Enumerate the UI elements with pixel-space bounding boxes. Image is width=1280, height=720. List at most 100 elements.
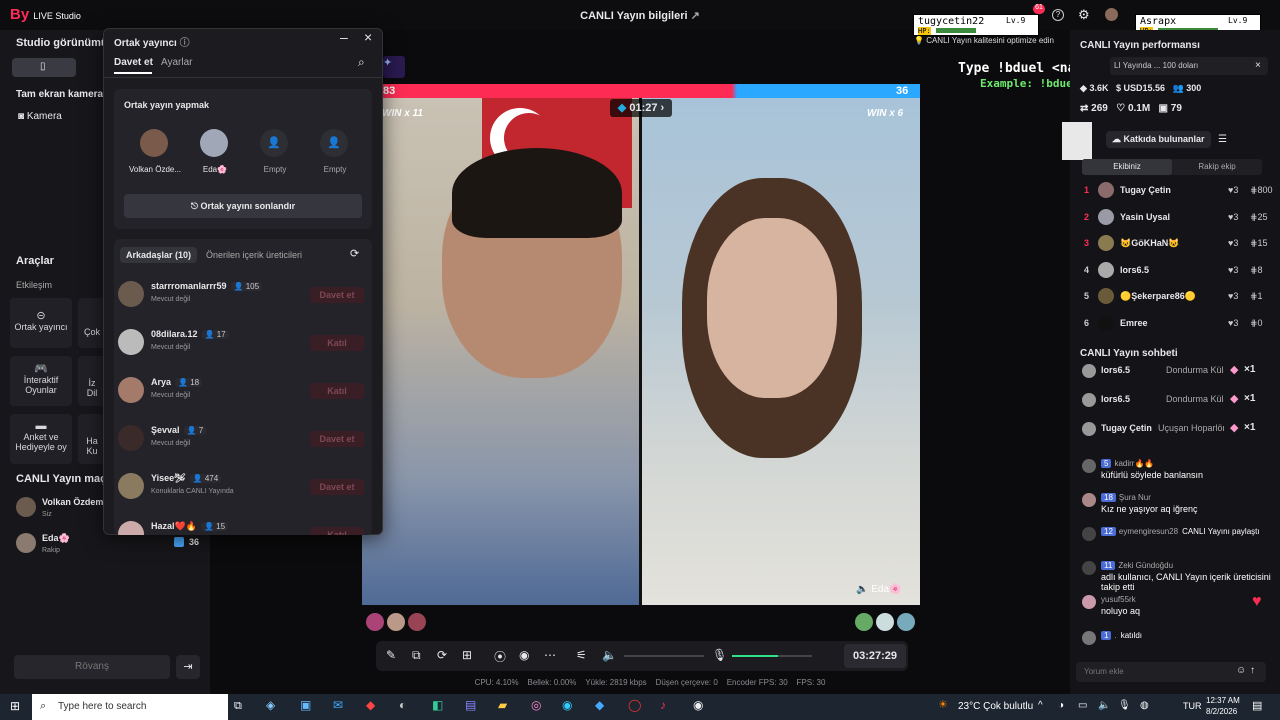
mic-icon[interactable]: 🎙	[712, 648, 727, 662]
tray-icon-extra[interactable]: ◍	[1140, 700, 1149, 711]
effect-thumb-icon[interactable]: ✦	[383, 56, 405, 78]
profile-avatar[interactable]	[1105, 8, 1118, 21]
app-video-icon[interactable]: ▤	[465, 698, 476, 712]
participant-avatar[interactable]	[897, 613, 915, 631]
app-mail-icon[interactable]: ✉	[333, 698, 343, 712]
ranking-row[interactable]: 2 Yasin Uysal ♥3 ⋕25	[1080, 207, 1280, 233]
layout-icon[interactable]: ⧉	[412, 648, 421, 663]
app-vpn-icon[interactable]: ◆	[595, 698, 604, 712]
app-chat-icon[interactable]: ◧	[432, 698, 443, 712]
app-browser-icon[interactable]: ◎	[531, 698, 541, 712]
tray-chevron-icon[interactable]: ^	[1038, 700, 1043, 711]
mic-tray-icon[interactable]: 🎙	[1118, 700, 1131, 711]
tool-iz[interactable]: İz Dil	[78, 356, 106, 406]
tab-invite[interactable]: Davet et	[114, 57, 153, 68]
notification-center-icon[interactable]: ▤	[1252, 699, 1262, 712]
camera-source[interactable]: ◙ Kamera	[18, 111, 62, 122]
slot-avatar[interactable]	[200, 129, 228, 157]
ranking-row[interactable]: 1 Tugay Çetin ♥3 ⋕800	[1080, 180, 1280, 206]
help-icon[interactable]: ?	[1052, 9, 1064, 21]
app-opera-icon[interactable]: ◯	[628, 698, 641, 712]
friend-action-button[interactable]: Davet et	[310, 431, 364, 447]
send-icon[interactable]: ↑	[1250, 665, 1255, 676]
mic-slider[interactable]	[732, 655, 812, 657]
tool-multi[interactable]: Çok	[78, 298, 106, 348]
magic-icon[interactable]: ✎	[386, 648, 396, 662]
tab-your-team[interactable]: Ekibiniz	[1082, 159, 1172, 175]
app-copilot-icon[interactable]: ◈	[266, 698, 275, 712]
rematch-button[interactable]: Rövanş	[14, 655, 170, 679]
effects-icon[interactable]: ⟳	[437, 648, 447, 662]
emoji-icon[interactable]: ☺	[1236, 665, 1246, 676]
app-game-icon[interactable]: ◆	[366, 698, 375, 712]
tab-friends[interactable]: Arkadaşlar (10)	[120, 247, 198, 263]
portrait-view-button[interactable]: ▯	[12, 58, 76, 77]
camera-switch-icon[interactable]: ◉	[519, 648, 529, 662]
minimize-icon[interactable]: –	[340, 29, 348, 45]
app-obs-icon[interactable]: ◉	[693, 698, 703, 712]
participant-avatar[interactable]	[855, 613, 873, 631]
app-folder-icon[interactable]: ▰	[498, 698, 507, 712]
comment-input[interactable]: Yorum ekle	[1084, 667, 1124, 676]
participant-avatar[interactable]	[366, 613, 384, 631]
refresh-icon[interactable]: ⟳	[350, 247, 359, 260]
tool-poll[interactable]: ▬ Anket ve Hediyeyle oy	[10, 414, 72, 464]
empty-slot-icon[interactable]: 👤	[320, 129, 348, 157]
volume-icon[interactable]: 🔈	[602, 648, 617, 662]
clock-date[interactable]: 8/2/2026	[1206, 707, 1237, 716]
promo-banner[interactable]: LI Yayında ... 100 doları	[1110, 57, 1268, 75]
record-icon[interactable]: ⦿	[494, 648, 506, 665]
friend-action-button[interactable]: Davet et	[310, 479, 364, 495]
clock-time[interactable]: 12:37 AM	[1206, 696, 1240, 705]
ranking-row[interactable]: 5 🟡Şekerpare86🟡 ♥3 ⋕1	[1080, 286, 1280, 312]
contributors-button[interactable]: ☁ Katkıda bulunanlar	[1106, 131, 1211, 148]
list-icon[interactable]: ☰	[1218, 134, 1227, 145]
tool-cohost[interactable]: ⊝ Ortak yayıncı	[10, 298, 72, 348]
settings-sliders-icon[interactable]: ⚟	[576, 648, 587, 662]
exit-match-icon[interactable]: ⇥	[176, 655, 200, 679]
comment-box[interactable]: Yorum ekle ☺ ↑	[1076, 662, 1266, 682]
participant-avatar[interactable]	[387, 613, 405, 631]
friend-action-button[interactable]: Katıl	[310, 383, 364, 399]
friend-action-button[interactable]: Katıl	[310, 335, 364, 351]
weather-text[interactable]: 23°C Çok bulutlu	[958, 701, 1033, 712]
friend-action-button[interactable]: Davet et	[310, 287, 364, 303]
slot-avatar[interactable]	[140, 129, 168, 157]
tool-ha[interactable]: Ha Ku	[78, 414, 106, 464]
volume-slider[interactable]	[624, 655, 704, 657]
banner-close-icon[interactable]: ×	[1255, 60, 1261, 71]
ranking-row[interactable]: 3 😺GöKHaN😺 ♥3 ⋕15	[1080, 233, 1280, 259]
taskbar-search[interactable]: ⌕ Type here to search	[32, 694, 228, 720]
app-edge-icon[interactable]: ◉	[562, 698, 572, 712]
gear-icon[interactable]: ⚙	[1078, 7, 1090, 23]
windows-start-icon[interactable]: ⊞	[10, 699, 20, 713]
search-icon[interactable]: ⌕	[358, 55, 365, 70]
speaker-tray-icon[interactable]: 🔈	[1098, 700, 1110, 711]
tab-suggested[interactable]: Önerilen içerik üreticileri	[206, 250, 302, 260]
quality-tip[interactable]: 💡 CANLI Yayın kalitesini optimize edin	[914, 36, 1054, 45]
fullscreen-camera-label[interactable]: Tam ekran kamera	[16, 89, 103, 100]
ranking-row[interactable]: 6 Emree ♥3 ⋕0	[1080, 313, 1280, 339]
add-source-icon[interactable]: ⊞	[462, 648, 472, 662]
participant-avatar[interactable]	[876, 613, 894, 631]
stream-preview[interactable]: 83 36 WIN x 11 WIN x 6 ◆ 01:27 › 🔈 Eda🌸	[362, 84, 920, 605]
tray-app-icon[interactable]: ◑	[1058, 700, 1064, 711]
live-info-title[interactable]: CANLI Yayın bilgileri ↗	[540, 9, 740, 22]
studio-view-label[interactable]: Studio görünümü	[16, 37, 108, 49]
app-tiktok-icon[interactable]: ♪	[660, 698, 666, 712]
ranking-row[interactable]: 4 lors6.5 ♥3 ⋕8	[1080, 260, 1280, 286]
network-icon[interactable]: ▭	[1078, 700, 1087, 711]
empty-slot-icon[interactable]: 👤	[260, 129, 288, 157]
end-cohost-button[interactable]: ⎋ Ortak yayını sonlandır	[124, 194, 362, 218]
language-indicator[interactable]: TUR	[1183, 701, 1202, 711]
tab-settings[interactable]: Ayarlar	[161, 57, 193, 68]
tool-interactive-games[interactable]: 🎮 İnteraktif Oyunlar	[10, 356, 72, 406]
app-discord-icon[interactable]: ◐	[399, 698, 406, 712]
participant-avatar[interactable]	[408, 613, 426, 631]
app-store-icon[interactable]: ▣	[300, 698, 311, 712]
friend-action-button[interactable]: Katıl	[310, 527, 364, 535]
more-icon[interactable]: ⋯	[544, 648, 556, 662]
close-icon[interactable]: ×	[364, 29, 372, 45]
tab-rival-team[interactable]: Rakip ekip	[1172, 159, 1262, 175]
task-view-icon[interactable]: ⧉	[234, 700, 242, 713]
